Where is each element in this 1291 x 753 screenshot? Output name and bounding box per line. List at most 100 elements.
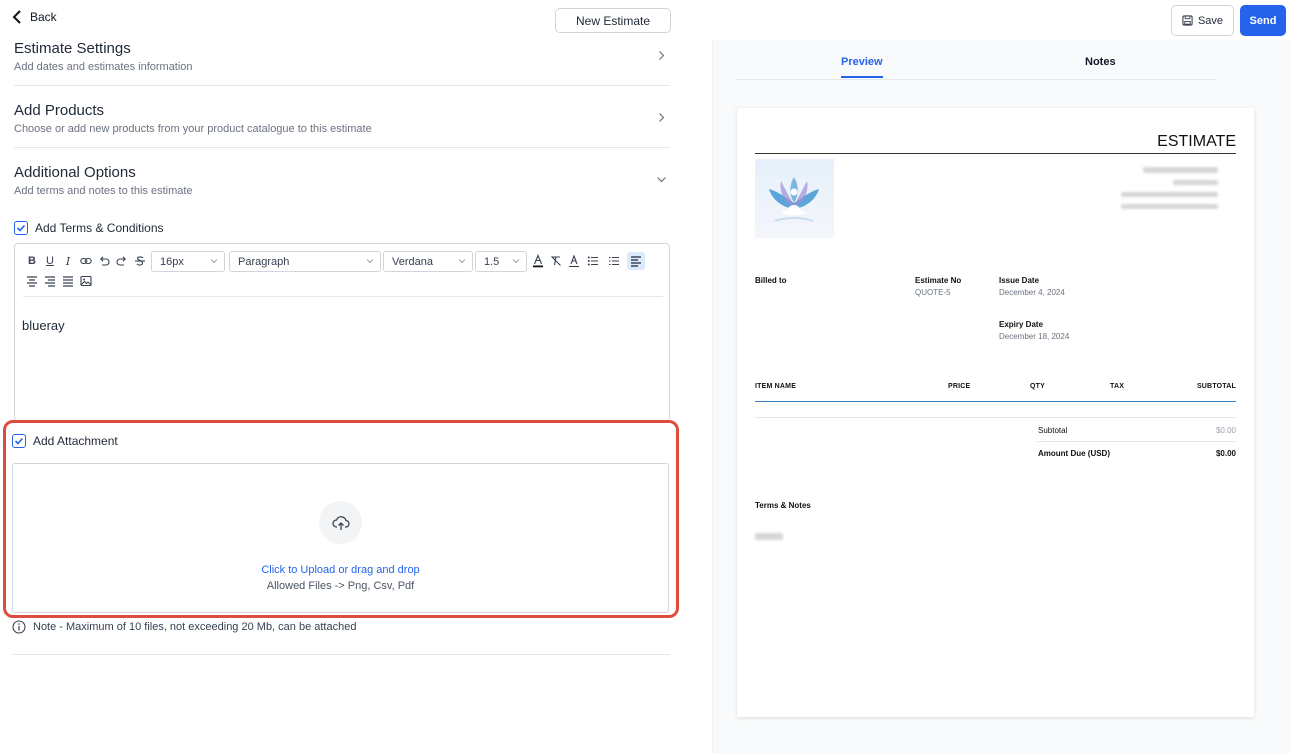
section-additional-options[interactable]: Additional Options Add terms and notes t…: [14, 164, 670, 204]
section-estimate-settings[interactable]: Estimate Settings Add dates and estimate…: [14, 40, 670, 86]
block-type-select[interactable]: Paragraph: [229, 251, 381, 272]
preview-tabs: Preview Notes: [737, 40, 1217, 80]
back-label: Back: [30, 10, 57, 24]
bullet-list-icon[interactable]: [586, 254, 600, 268]
tab-notes[interactable]: Notes: [1085, 56, 1116, 68]
issue-date-label: Issue Date: [999, 276, 1040, 285]
send-button[interactable]: Send: [1240, 5, 1286, 36]
section-subtitle: Choose or add new products from your pro…: [14, 123, 372, 135]
section-title: Additional Options: [14, 164, 136, 181]
allowed-files-text: Allowed Files -> Png, Csv, Pdf: [266, 580, 415, 592]
estimate-no-label: Estimate No: [915, 276, 962, 285]
chevron-down-icon: [458, 259, 466, 264]
editor-toolbar: B U I 16px Paragraph Verdana 1.5: [23, 251, 663, 297]
document-title: ESTIMATE: [1157, 133, 1236, 150]
underline-icon[interactable]: U: [43, 254, 57, 268]
save-icon: [1182, 15, 1193, 26]
column-header: SUBTOTAL: [1196, 383, 1236, 390]
back-button[interactable]: Back: [12, 10, 57, 24]
font-family-value: Verdana: [392, 255, 433, 268]
upload-icon-wrap: [319, 501, 362, 544]
highlight-color-icon[interactable]: [567, 254, 581, 268]
divider: [12, 654, 670, 655]
chevron-right-icon: [659, 113, 665, 122]
terms-rich-text-editor: B U I 16px Paragraph Verdana 1.5 blueray: [14, 243, 670, 421]
chevron-left-icon: [12, 10, 21, 24]
column-header: PRICE: [948, 383, 971, 390]
section-add-products[interactable]: Add Products Choose or add new products …: [14, 102, 670, 148]
top-bar: Back New Estimate Save Send: [0, 0, 1291, 40]
check-icon: [16, 224, 26, 232]
info-icon: [12, 620, 26, 634]
terms-checkbox-label: Add Terms & Conditions: [35, 221, 164, 235]
section-title: Add Products: [14, 102, 105, 119]
divider: [755, 153, 1236, 154]
chevron-down-icon: [210, 259, 218, 264]
undo-icon[interactable]: [97, 254, 111, 268]
column-header: ITEM NAME: [755, 383, 797, 390]
subtotal-value: $0.00: [1215, 426, 1236, 435]
preview-panel: Preview Notes ESTIMATE Billed to Estimat…: [712, 40, 1291, 753]
align-left-icon[interactable]: [627, 252, 645, 270]
section-subtitle: Add dates and estimates information: [14, 61, 193, 73]
column-header: TAX: [1110, 383, 1125, 390]
align-justify-icon[interactable]: [61, 274, 75, 288]
company-detail-redacted: [1121, 204, 1218, 209]
subtotal-label: Subtotal: [1038, 426, 1068, 435]
attachment-checkbox-row[interactable]: Add Attachment: [12, 434, 118, 448]
section-subtitle: Add terms and notes to this estimate: [14, 185, 193, 197]
chevron-down-icon: [366, 259, 374, 264]
check-icon: [14, 437, 24, 445]
text-color-icon[interactable]: [531, 254, 545, 268]
company-detail-redacted: [1121, 192, 1218, 197]
company-detail-redacted: [1173, 180, 1218, 185]
terms-notes-redacted: [755, 533, 783, 540]
issue-date-value: December 4, 2024: [999, 288, 1065, 297]
strikethrough-icon[interactable]: [133, 254, 147, 268]
align-center-icon[interactable]: [25, 274, 39, 288]
clear-format-icon[interactable]: [549, 254, 563, 268]
save-button[interactable]: Save: [1171, 5, 1234, 36]
font-size-value: 16px: [160, 255, 184, 268]
terms-checkbox[interactable]: [14, 221, 28, 235]
estimate-form-panel: Estimate Settings Add dates and estimate…: [0, 40, 712, 753]
divider: [1037, 441, 1236, 442]
expiry-date-value: December 18, 2024: [999, 332, 1070, 341]
expiry-date-label: Expiry Date: [999, 320, 1044, 329]
upload-link[interactable]: Click to Upload or drag and drop: [13, 564, 668, 576]
align-right-icon[interactable]: [43, 274, 57, 288]
numbered-list-icon[interactable]: [607, 254, 621, 268]
line-height-select[interactable]: 1.5: [475, 251, 527, 272]
divider: [755, 401, 1236, 402]
italic-icon[interactable]: I: [61, 254, 75, 268]
line-height-value: 1.5: [484, 255, 500, 268]
divider: [755, 417, 1236, 418]
redo-icon[interactable]: [115, 254, 129, 268]
cloud-upload-icon: [331, 515, 350, 530]
billed-to-label: Billed to: [755, 276, 787, 285]
chevron-right-icon: [659, 51, 665, 60]
block-type-value: Paragraph: [238, 255, 290, 268]
save-label: Save: [1197, 14, 1224, 27]
column-header: QTY: [1030, 383, 1045, 390]
amount-due-value: $0.00: [1215, 449, 1236, 458]
company-name-redacted: [1143, 167, 1218, 173]
note-text: Note - Maximum of 10 files, not exceedin…: [33, 621, 357, 633]
terms-notes-label: Terms & Notes: [755, 501, 811, 510]
font-family-select[interactable]: Verdana: [383, 251, 473, 272]
font-size-select[interactable]: 16px: [151, 251, 225, 272]
insert-image-icon[interactable]: [79, 274, 93, 288]
tab-preview[interactable]: Preview: [841, 56, 883, 78]
link-icon[interactable]: [79, 254, 93, 268]
file-dropzone[interactable]: Click to Upload or drag and drop Allowed…: [12, 463, 669, 613]
estimate-no-value: QUOTE-5: [915, 288, 951, 297]
attachment-checkbox-label: Add Attachment: [33, 434, 118, 448]
company-logo: [755, 159, 834, 238]
chevron-down-icon: [657, 177, 666, 183]
attachment-checkbox[interactable]: [12, 434, 26, 448]
section-title: Estimate Settings: [14, 40, 131, 57]
new-estimate-button[interactable]: New Estimate: [555, 8, 671, 33]
bold-icon[interactable]: B: [25, 254, 39, 268]
terms-checkbox-row[interactable]: Add Terms & Conditions: [14, 221, 164, 235]
editor-content[interactable]: blueray: [22, 318, 65, 333]
